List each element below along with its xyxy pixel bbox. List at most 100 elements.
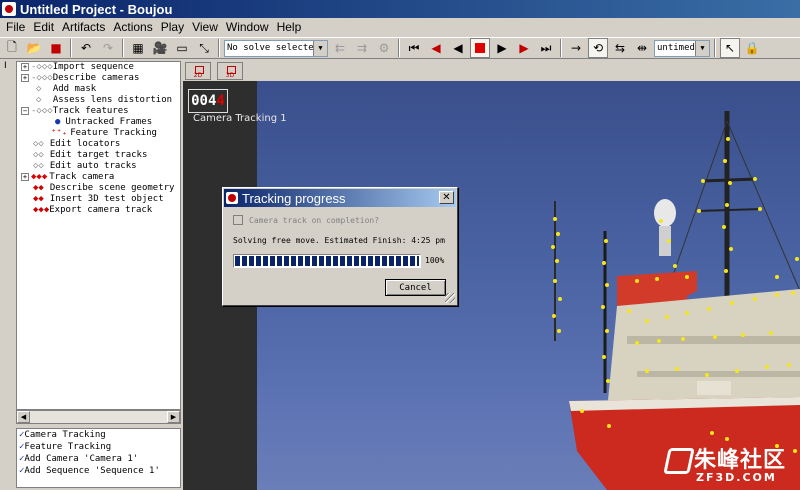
menu-help[interactable]: Help <box>273 20 306 34</box>
timing-select[interactable]: untimed ▼ <box>654 39 710 57</box>
solve-select[interactable]: No solve selected ▼ <box>224 39 328 57</box>
toolbar-separator <box>70 39 72 57</box>
scroll-left-icon[interactable]: ◀ <box>17 411 30 423</box>
tab-2d[interactable]: 2D <box>185 62 211 80</box>
boujou-app-icon <box>2 2 16 16</box>
history-item[interactable]: ✓Feature Tracking <box>17 441 180 453</box>
progress-percent: 100% <box>425 256 445 265</box>
resize-grip-icon[interactable] <box>445 293 455 303</box>
tree-item-export-camera-track[interactable]: ◆◆◆Export camera track <box>33 205 179 216</box>
chevron-down-icon: ▼ <box>313 40 327 56</box>
redo-icon[interactable]: ↷ <box>98 38 118 58</box>
workflow-tree: + -◇◇◇Import sequence + -◇◇◇Describe cam… <box>16 61 181 410</box>
solve-select-value: No solve selected <box>227 43 320 53</box>
progress-fill <box>235 256 419 266</box>
diamond-icon: ◇◇ <box>33 161 44 171</box>
watermark-url: ZF3D.COM <box>696 471 777 484</box>
step-forward-icon[interactable]: ▶ <box>514 38 534 58</box>
tree-item-edit-locators[interactable]: ◇◇ Edit locators <box>33 139 179 150</box>
tree-item-edit-target-tracks[interactable]: ◇◇ Edit target tracks <box>33 150 179 161</box>
open-folder-icon[interactable]: 📂 <box>24 38 44 58</box>
lens-distortion-icon[interactable]: ⤡ <box>194 38 214 58</box>
go-to-end-icon[interactable]: ⏭ <box>536 38 556 58</box>
progress-bar <box>233 254 421 268</box>
camera-icon[interactable]: 🎥 <box>150 38 170 58</box>
tab-3d[interactable]: 3D <box>217 62 243 80</box>
save-icon[interactable]: ■ <box>46 38 66 58</box>
history-list: ✓Camera Tracking ✓Feature Tracking ✓Add … <box>16 428 181 488</box>
tree-item-describe-cameras[interactable]: + -◇◇◇Describe cameras <box>21 73 179 84</box>
go-to-start-icon[interactable]: ⏮ <box>404 38 424 58</box>
history-item[interactable]: ✓Add Camera 'Camera 1' <box>17 453 180 465</box>
sequence-camera-icon[interactable]: ▦ <box>128 38 148 58</box>
status-text: Solving free move. Estimated Finish: 4:2… <box>233 236 445 245</box>
watermark-title: 朱峰社区 <box>694 448 787 473</box>
info-icon: ● <box>55 117 61 127</box>
diamond-red-icon: ◆◆◆ <box>31 172 48 182</box>
view-tabs: 2D 3D <box>183 61 800 81</box>
close-icon[interactable]: ✕ <box>439 191 454 204</box>
diamond-red-icon: ◆◆◆ <box>33 205 50 215</box>
tree-item-insert-3d-test-object[interactable]: ◆◆ Insert 3D test object <box>33 194 179 205</box>
toolbar: 🗋 📂 ■ ↶ ↷ ▦ 🎥 ▭ ⤡ No solve selected ▼ ⇇ … <box>0 37 800 59</box>
tree-horizontal-scrollbar[interactable]: ◀ ▶ <box>16 410 181 424</box>
toolbar-separator <box>122 39 124 57</box>
history-item[interactable]: ✓Add Sequence 'Sequence 1' <box>17 465 180 477</box>
menu-play[interactable]: Play <box>157 20 188 34</box>
diamond-red-icon: ◆◆ <box>33 194 44 204</box>
scroll-right-icon[interactable]: ▶ <box>167 411 180 423</box>
chevron-down-icon: ▼ <box>695 40 709 56</box>
lock-icon[interactable]: 🔒 <box>742 38 762 58</box>
dialog-title: Tracking progress <box>242 190 346 206</box>
menu-file[interactable]: File <box>2 20 29 34</box>
timing-select-value: untimed <box>657 43 695 53</box>
loop-icon[interactable]: ⟲ <box>588 38 608 58</box>
workflow-panel: I + -◇◇◇Import sequence + -◇◇◇Describe c… <box>0 61 183 490</box>
frame-counter: 004 4 <box>188 89 228 113</box>
ping-pong-icon[interactable]: ⇆ <box>610 38 630 58</box>
tree-item-track-camera[interactable]: + ◆◆◆ Track camera <box>21 172 179 183</box>
play-forward-icon[interactable]: ▶ <box>492 38 512 58</box>
menu-actions[interactable]: Actions <box>109 20 156 34</box>
tree-item-untracked-frames[interactable]: ● Untracked Frames <box>55 117 179 128</box>
title-bar: Untitled Project - Boujou <box>0 0 800 18</box>
menu-artifacts[interactable]: Artifacts <box>58 20 109 34</box>
tree-item-describe-scene-geometry[interactable]: ◆◆ Describe scene geometry <box>33 183 179 194</box>
monitor-icon[interactable]: ▭ <box>172 38 192 58</box>
play-once-icon[interactable]: → <box>566 38 586 58</box>
menu-bar: File Edit Artifacts Actions Play View Wi… <box>0 18 800 36</box>
collapse-icon[interactable]: − <box>21 107 29 115</box>
tree-item-feature-tracking[interactable]: ⁺⁺₊ Feature Tracking <box>51 128 179 139</box>
menu-edit[interactable]: Edit <box>29 20 58 34</box>
menu-window[interactable]: Window <box>222 20 273 34</box>
solve-camera-forward-icon: ⇉ <box>356 41 368 55</box>
diamond-red-icon: ◆◆ <box>33 183 44 193</box>
frame-range-icon[interactable]: ⇹ <box>632 38 652 58</box>
history-item[interactable]: ✓Camera Tracking <box>17 429 180 441</box>
play-backward-icon[interactable]: ◀ <box>448 38 468 58</box>
pointer-icon[interactable]: ↖ <box>720 38 740 58</box>
diamond-icon: ◇ <box>36 84 47 94</box>
stop-button[interactable] <box>470 38 490 58</box>
expand-icon[interactable]: + <box>21 173 29 181</box>
tree-item-edit-auto-tracks[interactable]: ◇◇ Edit auto tracks <box>33 161 179 172</box>
diamond-icon: ◇◇ <box>33 150 44 160</box>
undo-icon[interactable]: ↶ <box>76 38 96 58</box>
watermark: 朱峰社区 ZF3D.COM <box>663 442 798 488</box>
step-back-icon[interactable]: ◀ <box>426 38 446 58</box>
checkbox-box <box>233 215 243 225</box>
solve-camera-icon: ⇇ <box>334 41 346 55</box>
menu-view[interactable]: View <box>188 20 222 34</box>
diamond-icon: -◇◇◇ <box>31 106 53 116</box>
expand-icon[interactable]: + <box>21 74 29 82</box>
tree-item-add-mask[interactable]: ◇ Add mask <box>33 84 179 95</box>
toolbar-separator <box>398 39 400 57</box>
tree-item-track-features[interactable]: − -◇◇◇Track features <box>21 106 179 117</box>
tree-item-import-sequence[interactable]: + -◇◇◇Import sequence <box>21 62 179 73</box>
expand-icon[interactable]: + <box>21 63 29 71</box>
window-title: Untitled Project - Boujou <box>20 1 173 17</box>
toolbar-separator <box>714 39 716 57</box>
new-file-icon[interactable]: 🗋 <box>2 38 22 58</box>
cancel-button[interactable]: Cancel <box>385 279 446 296</box>
tree-item-assess-lens-distortion[interactable]: ◇ Assess lens distortion <box>33 95 179 106</box>
